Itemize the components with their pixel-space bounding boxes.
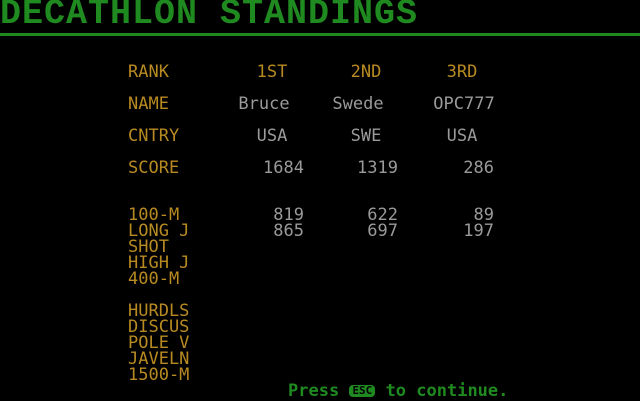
score-first: 1684 xyxy=(263,158,304,178)
name-first: Bruce xyxy=(238,94,290,114)
score-second: 1319 xyxy=(357,158,398,178)
event-score: 865 xyxy=(273,221,304,241)
title-underline xyxy=(0,33,640,36)
name-label: NAME xyxy=(128,94,169,114)
rank-label: RANK xyxy=(128,62,169,82)
country-first: USA xyxy=(256,126,288,146)
score-third: 286 xyxy=(463,158,494,178)
event-score: 697 xyxy=(367,221,398,241)
second-place-header: 2ND xyxy=(350,62,382,82)
press-text: Press xyxy=(288,381,340,401)
score-label: SCORE xyxy=(128,158,180,178)
continue-text: to continue. xyxy=(385,381,509,401)
country-third: USA xyxy=(446,126,478,146)
event-label: 400-M xyxy=(128,269,180,289)
first-place-header: 1ST xyxy=(256,62,288,82)
third-place-header: 3RD xyxy=(446,62,478,82)
page-title: DECATHLON STANDINGS xyxy=(0,0,419,34)
name-second: Swede xyxy=(332,94,384,114)
name-third: OPC777 xyxy=(433,94,495,114)
esc-key-badge[interactable]: ESC xyxy=(349,385,376,397)
event-score: 197 xyxy=(463,221,494,241)
event-label: 1500-M xyxy=(128,365,190,385)
country-second: SWE xyxy=(350,126,382,146)
continue-prompt: Press ESC to continue. xyxy=(288,381,509,401)
country-label: CNTRY xyxy=(128,126,180,146)
